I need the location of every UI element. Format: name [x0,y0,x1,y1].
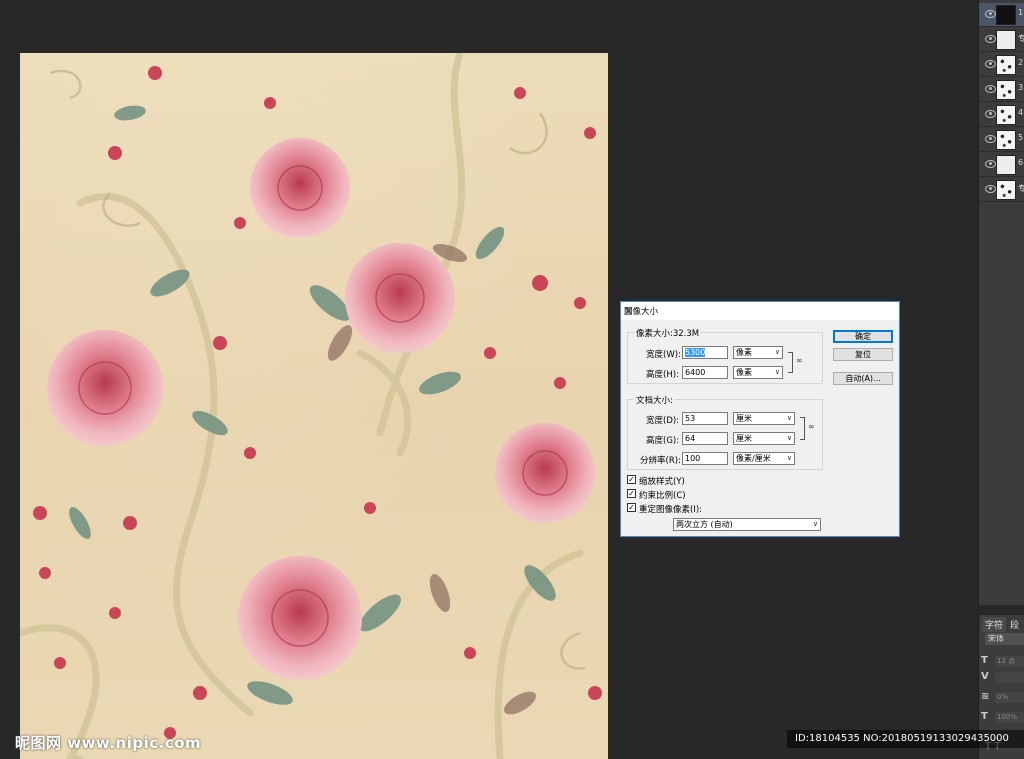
layers-panel: 1 专 2 3 4 5 6 专 [978,0,1024,605]
link-icon: ∞ [808,422,815,431]
font-size-row[interactable]: T 12 点 [981,655,1024,669]
constrain-bracket [788,352,793,373]
doc-height-input[interactable]: 64 [682,432,728,445]
pixel-dimensions-group: 像素大小:32.3M 宽度(W): 5300 像素 ∨ 高度(H): 6400 像… [627,327,823,384]
resample-checkbox[interactable]: ✓ [627,503,636,512]
layer-thumbnail [996,155,1016,175]
visibility-eye-icon[interactable] [985,135,996,143]
image-id-label: ID:18104535 NO:20180519133029435000 [787,730,1024,748]
layer-row[interactable]: 1 [979,3,1024,27]
constrain-bracket [800,417,805,440]
doc-height-label: 高度(G): [646,436,680,446]
doc-width-label: 宽度(D): [646,416,680,426]
font-size-field[interactable]: 12 点 [995,656,1024,667]
scale-icon: ≋ [981,691,990,702]
layer-row[interactable]: 2 [979,53,1024,77]
link-icon: ∞ [796,356,803,365]
layer-row[interactable]: 专 [979,28,1024,52]
reset-button[interactable]: 复位 [833,348,893,361]
chevron-down-icon: ∨ [786,414,792,422]
font-family-field[interactable]: 宋体 [985,633,1024,645]
layer-name: 1 [1018,8,1024,17]
height-label: 高度(H): [646,370,679,380]
document-size-label: 文档大小: [634,394,675,406]
resample-method-select[interactable]: 两次立方 (自动) ∨ [673,518,821,531]
layer-name: 6 [1018,158,1024,167]
ok-button[interactable]: 确定 [833,330,893,343]
pixel-height-input[interactable]: 6400 [682,366,728,379]
vertical-scale-icon: T [981,711,988,722]
layer-row[interactable]: 3 [979,78,1024,102]
chevron-down-icon: ∨ [774,368,780,376]
layer-thumbnail [996,5,1016,25]
doc-width-input[interactable]: 53 [682,412,728,425]
resample-label: 重定图像像素(I): [639,505,703,515]
layer-thumbnail [996,80,1016,100]
constrain-proportions-label: 约束比例(C) [639,491,686,501]
tracking-row[interactable]: V [981,671,1024,685]
visibility-eye-icon[interactable] [985,110,996,118]
layer-thumbnail [996,180,1016,200]
visibility-eye-icon[interactable] [985,85,996,93]
layer-thumbnail [996,30,1016,50]
doc-width-unit-select[interactable]: 厘米 ∨ [733,412,795,425]
visibility-eye-icon[interactable] [985,35,996,43]
scale-styles-checkbox[interactable]: ✓ [627,475,636,484]
doc-height-unit-select[interactable]: 厘米 ∨ [733,432,795,445]
layer-name: 2 [1018,58,1024,67]
visibility-eye-icon[interactable] [985,60,996,68]
chevron-down-icon: ∨ [774,348,780,356]
layer-name: 3 [1018,83,1024,92]
layer-name: 5 [1018,133,1024,142]
chevron-down-icon: ∨ [786,454,792,462]
constrain-proportions-checkbox[interactable]: ✓ [627,489,636,498]
pixel-dimensions-label: 像素大小:32.3M [634,327,702,339]
document-size-group: 文档大小: 宽度(D): 53 厘米 ∨ 高度(G): 64 厘米 ∨ ∞ 分辨率(… [627,394,823,470]
tab-character[interactable]: 字符 [982,617,1007,632]
resolution-unit-select[interactable]: 像素/厘米 ∨ [733,452,795,465]
floral-pattern-graphic [20,53,602,759]
visibility-eye-icon[interactable] [985,160,996,168]
visibility-eye-icon[interactable] [985,185,996,193]
tracking-field[interactable] [995,672,1024,683]
scale-row[interactable]: T 100% [981,711,1024,725]
dialog-titlebar[interactable]: 图像大小 ✕ [621,302,899,320]
layer-name: 4 [1018,108,1024,117]
layer-name: 专 [1018,184,1024,193]
layer-name: 专 [1018,34,1024,43]
layer-row[interactable]: 专 [979,178,1024,202]
resolution-label: 分辨率(R): [640,456,681,466]
scale-styles-label: 缩放样式(Y) [639,477,685,487]
layer-row[interactable]: 5 [979,128,1024,152]
layer-row[interactable]: 4 [979,103,1024,127]
baseline-row[interactable]: ≋ 0% [981,691,1024,705]
close-icon[interactable]: ✕ [624,305,893,318]
chevron-down-icon: ∨ [786,434,792,442]
auto-button[interactable]: 自动(A)... [833,372,893,385]
image-size-dialog: 图像大小 ✕ 像素大小:32.3M 宽度(W): 5300 像素 ∨ 高度(H):… [620,301,900,537]
width-label: 宽度(W): [646,350,681,360]
scale-field[interactable]: 0% [995,692,1024,703]
layer-thumbnail [996,55,1016,75]
font-size-icon: T [981,655,988,666]
floral-artwork[interactable] [20,53,608,759]
resolution-input[interactable]: 100 [682,452,728,465]
pixel-width-unit-select[interactable]: 像素 ∨ [733,346,783,359]
visibility-eye-icon[interactable] [985,10,996,18]
watermark: 昵图网 www.nipic.com [15,734,202,752]
vertical-scale-field[interactable]: 100% [995,712,1024,723]
pixel-height-unit-select[interactable]: 像素 ∨ [733,366,783,379]
layer-thumbnail [996,130,1016,150]
chevron-down-icon: ∨ [812,520,818,528]
pixel-width-input[interactable]: 5300 [682,346,728,359]
tracking-icon: V [981,671,989,682]
layer-row[interactable]: 6 [979,153,1024,177]
layer-thumbnail [996,105,1016,125]
